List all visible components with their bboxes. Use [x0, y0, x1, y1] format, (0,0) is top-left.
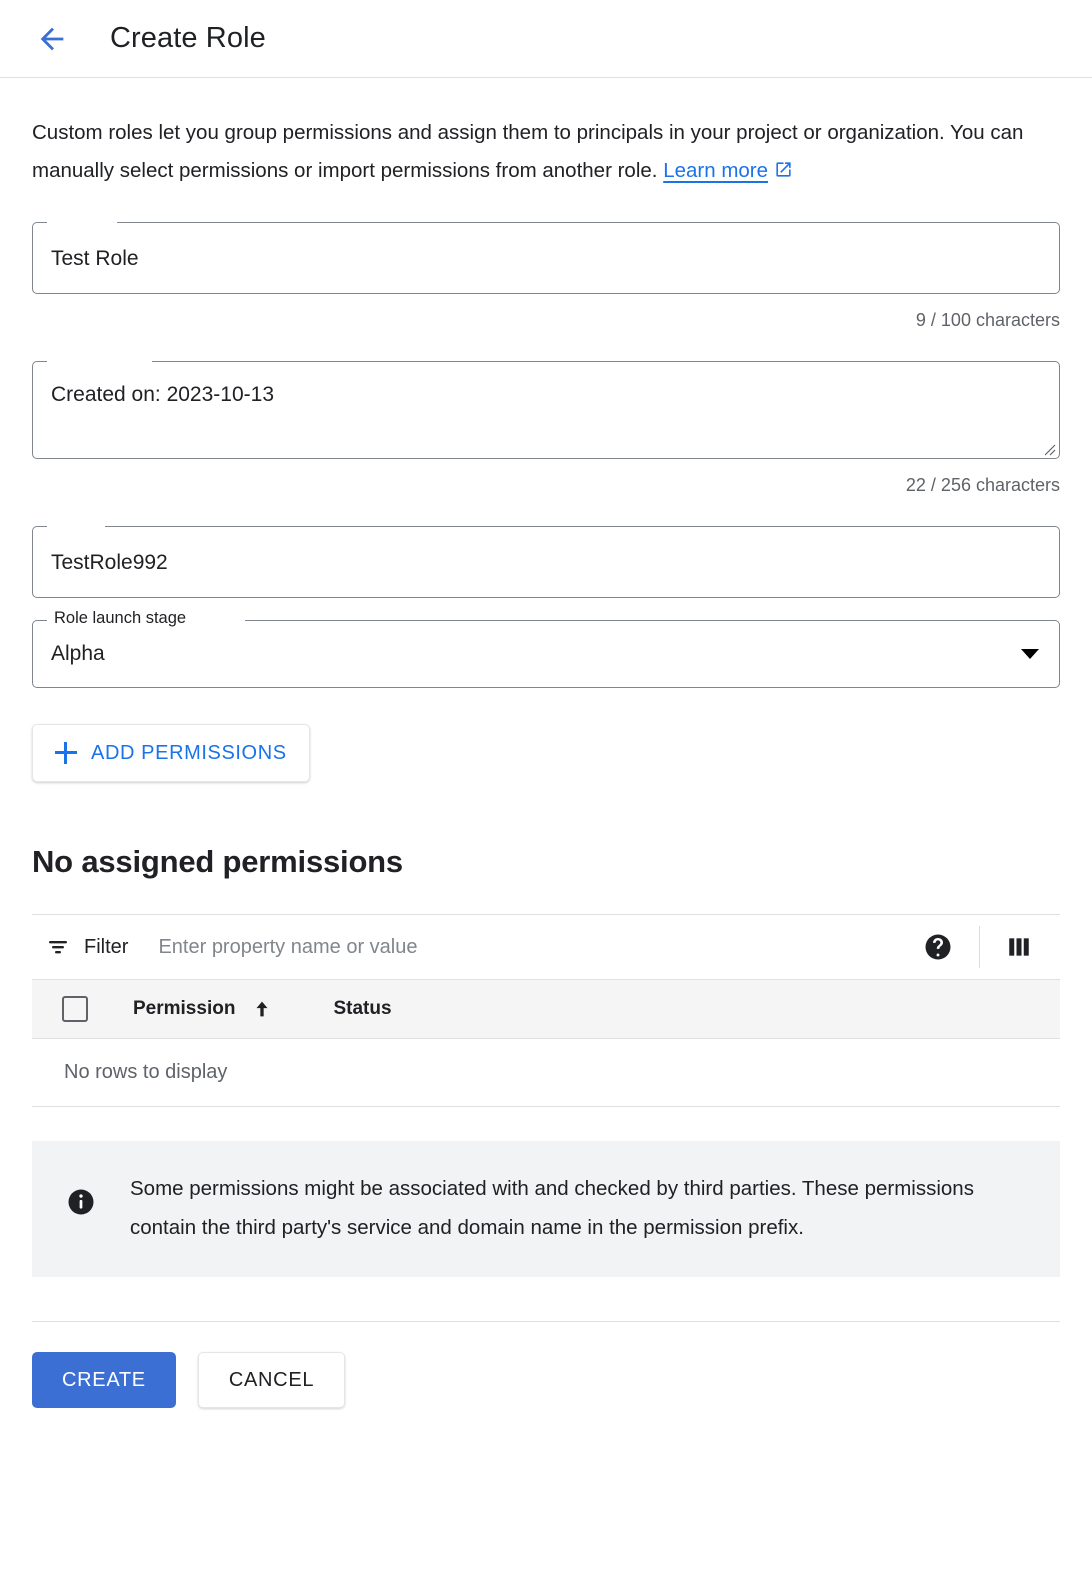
role-id-value: TestRole992: [51, 550, 168, 574]
column-header-permission[interactable]: Permission: [133, 998, 273, 1020]
launch-stage-value: Alpha: [51, 642, 105, 665]
arrow-left-icon: [35, 22, 69, 56]
filter-bar: Filter: [32, 915, 1060, 979]
intro-description: Custom roles let you group permissions a…: [32, 114, 1032, 192]
role-id-field-wrap: TestRole992: [32, 526, 1060, 598]
page-title: Create Role: [110, 22, 266, 54]
intro-text: Custom roles let you group permissions a…: [32, 121, 1024, 182]
role-description-field[interactable]: Created on: 2023-10-13: [32, 361, 1060, 459]
column-header-permission-label: Permission: [133, 998, 236, 1019]
back-button[interactable]: [30, 17, 74, 61]
column-display-options-icon[interactable]: [1006, 934, 1032, 960]
add-permissions-label: ADD PERMISSIONS: [91, 741, 287, 764]
launch-stage-wrap: Role launch stage Alpha: [32, 609, 1060, 688]
info-icon: [66, 1187, 96, 1247]
arrow-up-icon: [251, 998, 273, 1020]
plus-icon: [55, 742, 77, 764]
role-description-label-notch: [47, 361, 152, 363]
role-title-field-wrap: Test Role 9 / 100 characters: [32, 222, 1060, 331]
textarea-resize-handle[interactable]: [1042, 442, 1056, 456]
add-permissions-button[interactable]: ADD PERMISSIONS: [32, 724, 310, 782]
select-all-checkbox[interactable]: [62, 996, 88, 1022]
table-empty-message: No rows to display: [32, 1039, 1060, 1107]
column-header-status[interactable]: Status: [333, 998, 391, 1020]
role-title-counter: 9 / 100 characters: [915, 310, 1060, 330]
permissions-table-header: Permission Status: [32, 979, 1060, 1039]
role-title-label-notch: [47, 222, 117, 224]
page-header: Create Role: [0, 0, 1092, 78]
external-link-icon: [774, 154, 793, 192]
role-launch-stage-select[interactable]: Role launch stage Alpha: [32, 609, 1060, 688]
role-title-value: Test Role: [51, 246, 139, 270]
launch-stage-label: Role launch stage: [49, 609, 192, 628]
role-description-counter: 22 / 256 characters: [905, 475, 1060, 495]
toolbar-divider: [979, 926, 980, 968]
chevron-down-icon[interactable]: [1021, 649, 1039, 659]
role-description-value: Created on: 2023-10-13: [51, 383, 274, 406]
learn-more-link[interactable]: Learn more: [663, 159, 768, 182]
role-title-field[interactable]: Test Role: [32, 222, 1060, 294]
role-id-label-notch: [47, 526, 105, 528]
role-id-field[interactable]: TestRole992: [32, 526, 1060, 598]
permissions-section-heading: No assigned permissions: [32, 844, 403, 879]
filter-icon[interactable]: [46, 935, 70, 959]
role-description-field-wrap: Created on: 2023-10-13 22 / 256 characte…: [32, 361, 1060, 496]
create-button[interactable]: CREATE: [32, 1352, 176, 1408]
third-party-info-text: Some permissions might be associated wit…: [130, 1177, 974, 1239]
help-icon[interactable]: [923, 932, 953, 962]
filter-input[interactable]: [156, 934, 923, 960]
footer-actions: CREATE CANCEL: [32, 1322, 1060, 1408]
cancel-button[interactable]: CANCEL: [197, 1352, 346, 1408]
third-party-info-banner: Some permissions might be associated wit…: [32, 1141, 1060, 1277]
filter-label: Filter: [84, 935, 129, 958]
